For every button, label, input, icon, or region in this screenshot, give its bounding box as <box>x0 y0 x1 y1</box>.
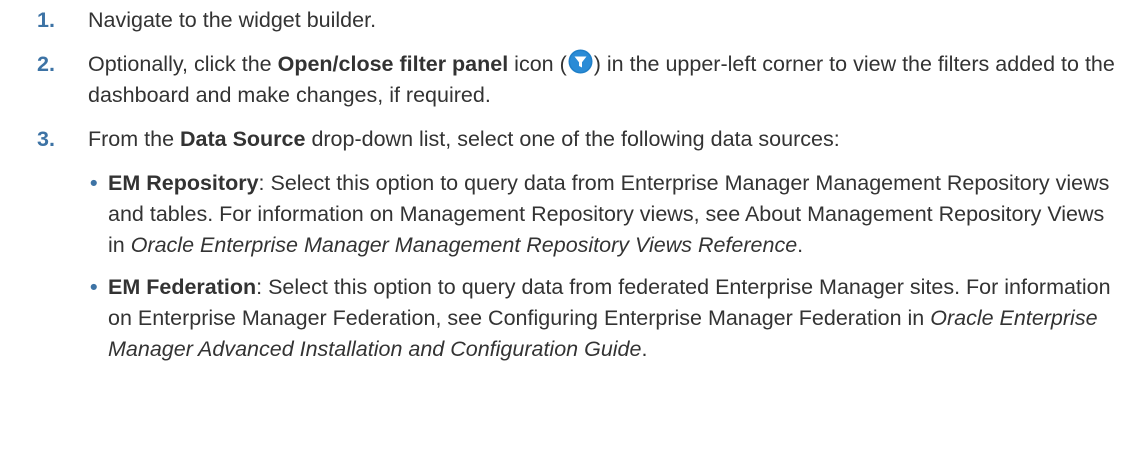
list-item-em-federation: • EM Federation: Select this option to q… <box>88 272 1125 365</box>
bullet-marker: • <box>90 275 98 299</box>
step-text-mid: icon ( <box>508 52 567 76</box>
step-text-prefix: Optionally, click the <box>88 52 278 76</box>
step-number: 2. <box>37 52 55 76</box>
step-3: 3. From the Data Source drop-down list, … <box>0 124 1145 365</box>
option-description-end: . <box>641 337 648 361</box>
data-source-options-list: • EM Repository: Select this option to q… <box>88 168 1125 365</box>
step-text: Navigate to the widget builder. <box>88 8 377 32</box>
step-number: 3. <box>37 127 55 151</box>
ui-term-open-close-filter-panel: Open/close filter panel <box>277 52 509 76</box>
option-name: EM Federation <box>108 275 257 299</box>
step-2: 2. Optionally, click the Open/close filt… <box>0 49 1145 111</box>
step-1: 1. Navigate to the widget builder. <box>0 5 1145 36</box>
filter-funnel-icon <box>568 49 593 74</box>
ui-term-data-source: Data Source <box>180 127 306 151</box>
procedure-steps: 1. Navigate to the widget builder. 2. Op… <box>0 0 1145 365</box>
option-description-end: . <box>797 233 804 257</box>
book-title: Oracle Enterprise Manager Management Rep… <box>130 233 798 257</box>
list-item-em-repository: • EM Repository: Select this option to q… <box>88 168 1125 261</box>
option-name: EM Repository <box>108 171 259 195</box>
step-number: 1. <box>37 8 55 32</box>
step-text-suffix: drop-down list, select one of the follow… <box>305 127 840 151</box>
bullet-marker: • <box>90 171 98 195</box>
step-text-prefix: From the <box>88 127 180 151</box>
